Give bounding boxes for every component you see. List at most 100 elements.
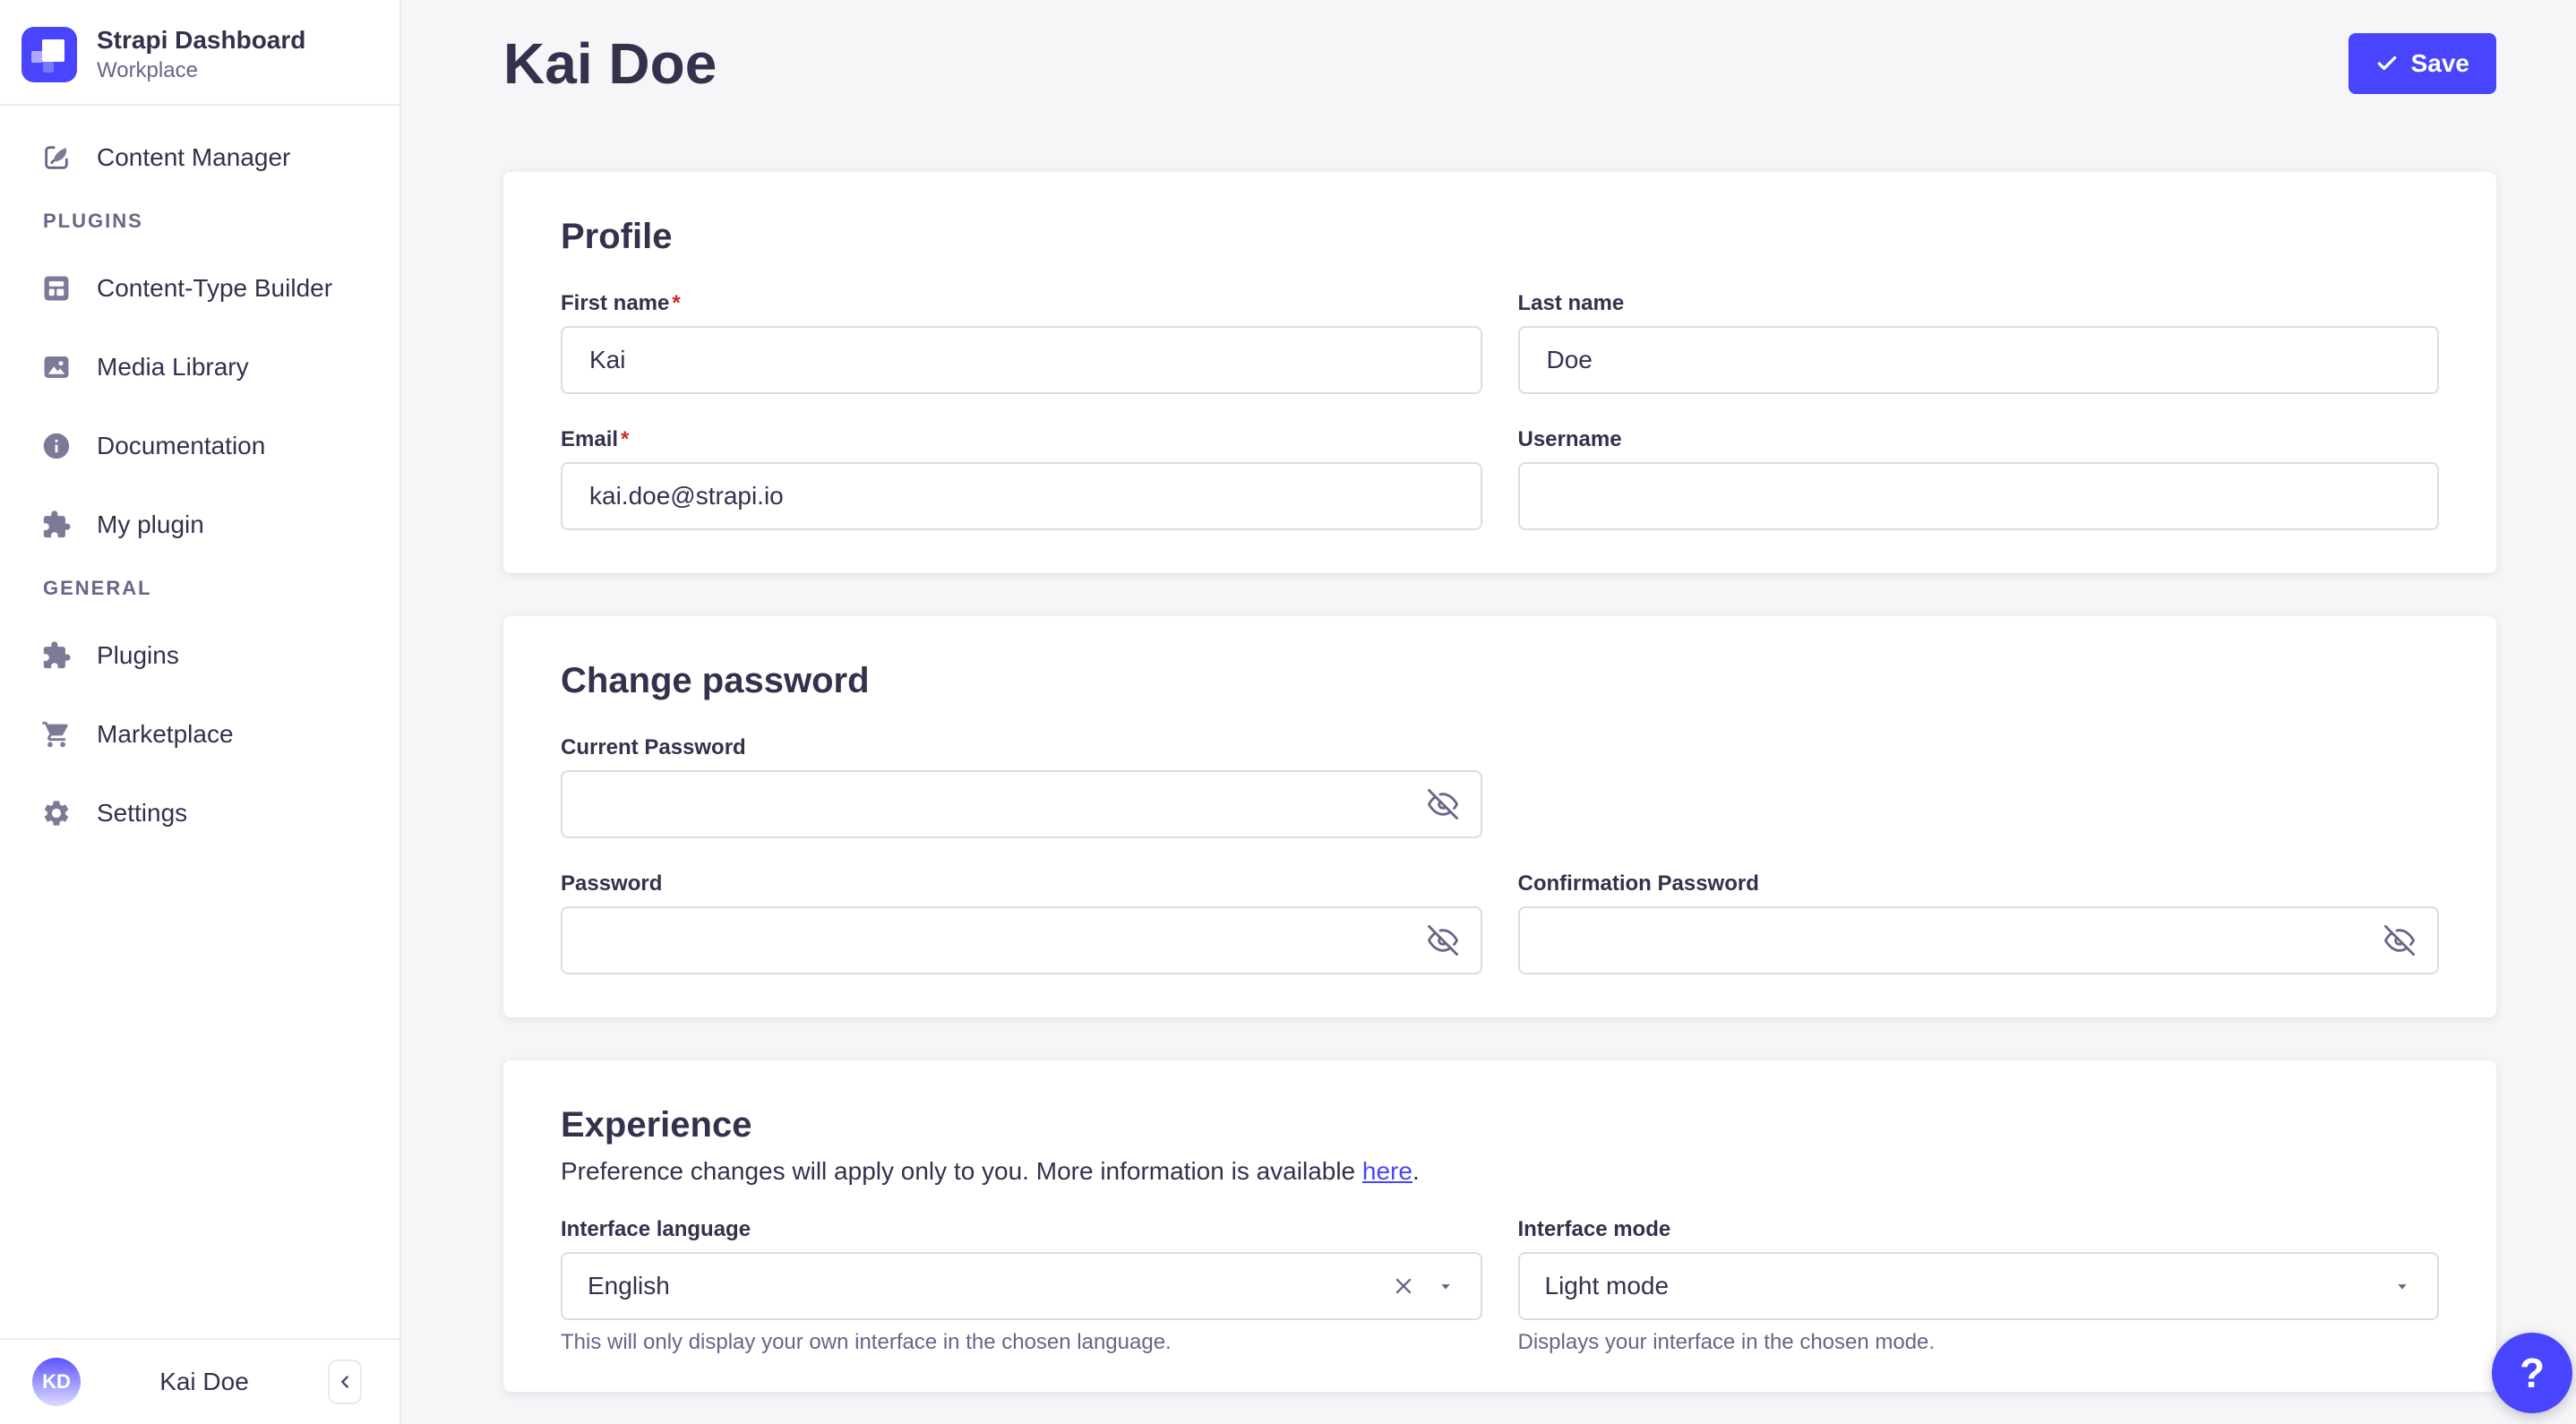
strapi-logo-icon: [21, 27, 77, 82]
last-name-input[interactable]: [1517, 326, 2439, 394]
sidebar-item-my-plugin[interactable]: My plugin: [21, 496, 378, 553]
experience-card: Experience Preference changes will apply…: [503, 1060, 2496, 1392]
username-field: Username: [1517, 426, 2440, 530]
password-input-wrap: [561, 906, 1482, 974]
more-information-link[interactable]: here: [1362, 1157, 1413, 1185]
sidebar: Strapi Dashboard Workplace Content Manag…: [0, 0, 401, 1424]
gear-icon: [41, 798, 72, 828]
workspace-brand: Strapi Dashboard Workplace: [0, 0, 399, 104]
password-fields: Current Password Password Confirmation P…: [561, 734, 2439, 974]
confirm-password-field: Confirmation Password: [1517, 871, 2440, 974]
sidebar-item-label: My plugin: [97, 510, 204, 538]
sidebar-item-marketplace[interactable]: Marketplace: [21, 706, 378, 763]
interface-language-select[interactable]: English: [561, 1252, 1482, 1320]
label-text: Email: [561, 427, 619, 451]
first-name-field: First name *: [561, 290, 1482, 394]
info-icon: [41, 431, 72, 461]
username-input[interactable]: [1517, 462, 2439, 530]
sidebar-item-label: Content-Type Builder: [97, 274, 333, 302]
label-text: Last name: [1517, 291, 1625, 315]
puzzle-icon: [41, 640, 72, 671]
email-label: Email *: [561, 426, 1482, 453]
profile-card-title: Profile: [561, 217, 673, 256]
new-password-field: Password: [561, 871, 1482, 974]
label-text: Username: [1517, 427, 1622, 451]
avatar: KD: [32, 1358, 81, 1406]
sidebar-section-plugins: PLUGINS: [43, 210, 143, 232]
check-icon: [2375, 52, 2399, 75]
strapi-app: Strapi Dashboard Workplace Content Manag…: [0, 0, 2576, 1424]
user-menu[interactable]: KD Kai Doe: [0, 1338, 399, 1424]
sidebar-item-label: Documentation: [97, 432, 266, 459]
collapse-sidebar-button[interactable]: [328, 1360, 362, 1404]
brand-text: Strapi Dashboard Workplace: [97, 25, 305, 84]
label-text: Confirmation Password: [1517, 871, 1759, 896]
logo-shape: [43, 62, 54, 73]
profile-card: Profile First name* Last name Email: [503, 172, 2496, 573]
profile-fields: First name* Last name Email*: [561, 290, 2439, 530]
eye-slash-icon: [2384, 925, 2415, 956]
empty-cell: [1518, 734, 2440, 838]
sidebar-item-content-type-builder[interactable]: Content-Type Builder: [21, 260, 378, 317]
sidebar-item-plugins[interactable]: Plugins: [21, 627, 378, 684]
experience-title: Experience: [561, 1105, 752, 1145]
label-text: Interface mode: [1517, 1217, 1671, 1241]
experience-description: Preference changes will apply only to yo…: [561, 1155, 2439, 1188]
page-title: Kai Doe: [503, 31, 717, 96]
current-password-input[interactable]: [561, 770, 1482, 838]
toggle-new-password-visibility-button[interactable]: [1423, 921, 1463, 960]
toggle-current-password-visibility-button[interactable]: [1423, 785, 1463, 824]
experience-fields: Interface language English This will onl…: [561, 1216, 2439, 1356]
confirm-password-input[interactable]: [1517, 906, 2439, 974]
help-button[interactable]: ?: [2492, 1333, 2572, 1413]
x-icon: [1391, 1274, 1416, 1299]
chevron-left-icon: [335, 1372, 355, 1392]
puzzle-icon: [41, 510, 72, 540]
page-header: Kai Doe Save: [503, 32, 2496, 95]
cart-icon: [41, 719, 72, 750]
username-label: Username: [1518, 426, 2440, 453]
sidebar-item-label: Content Manager: [97, 143, 291, 171]
save-button[interactable]: Save: [2348, 33, 2496, 94]
toggle-confirm-password-visibility-button[interactable]: [2380, 921, 2419, 960]
label-text: Interface language: [561, 1217, 751, 1241]
sidebar-item-label: Settings: [97, 799, 188, 827]
feather-edit-icon: [41, 142, 72, 173]
layout-icon: [41, 273, 72, 304]
interface-mode-label: Interface mode: [1518, 1216, 2440, 1243]
label-text: Password: [561, 871, 663, 896]
eye-slash-icon: [1427, 925, 1458, 956]
required-asterisk: *: [621, 427, 630, 451]
interface-language-helper: This will only display your own interfac…: [561, 1330, 1172, 1354]
clear-language-button[interactable]: [1387, 1270, 1420, 1302]
select-value: Light mode: [1544, 1272, 1670, 1300]
interface-mode-select[interactable]: Light mode: [1517, 1252, 2439, 1320]
sidebar-item-content-manager[interactable]: Content Manager: [21, 129, 378, 186]
eye-slash-icon: [1427, 789, 1458, 819]
interface-language-label: Interface language: [561, 1216, 1482, 1243]
email-input[interactable]: [561, 462, 1482, 530]
select-value: English: [588, 1272, 670, 1300]
required-asterisk: *: [672, 291, 681, 315]
new-password-input[interactable]: [561, 906, 1482, 974]
sidebar-item-settings[interactable]: Settings: [21, 785, 378, 842]
interface-language-field: Interface language English This will onl…: [561, 1216, 1482, 1356]
confirm-password-label: Confirmation Password: [1518, 871, 2440, 897]
caret-down-icon: [2392, 1276, 2412, 1296]
change-password-card: Change password Current Password Passwor…: [503, 616, 2496, 1017]
brand-title: Strapi Dashboard: [97, 26, 306, 54]
description-text: .: [1412, 1157, 1420, 1185]
interface-mode-helper: Displays your interface in the chosen mo…: [1517, 1330, 1936, 1354]
sidebar-item-media-library[interactable]: Media Library: [21, 339, 378, 396]
sidebar-item-label: Media Library: [97, 353, 249, 381]
description-text: Preference changes will apply only to yo…: [561, 1157, 1362, 1185]
user-name: Kai Doe: [159, 1368, 249, 1395]
last-name-label: Last name: [1518, 290, 2440, 317]
main-content: Kai Doe Save Profile First name * Kai La…: [401, 0, 2576, 1424]
interface-mode-field: Interface mode Light mode Displays your …: [1517, 1216, 2440, 1356]
email-field: Email *: [561, 426, 1482, 530]
sidebar-item-documentation[interactable]: Documentation: [21, 417, 378, 475]
question-icon: ?: [2519, 1350, 2546, 1396]
password-input-wrap: [561, 770, 1482, 838]
first-name-input[interactable]: [561, 326, 1482, 394]
